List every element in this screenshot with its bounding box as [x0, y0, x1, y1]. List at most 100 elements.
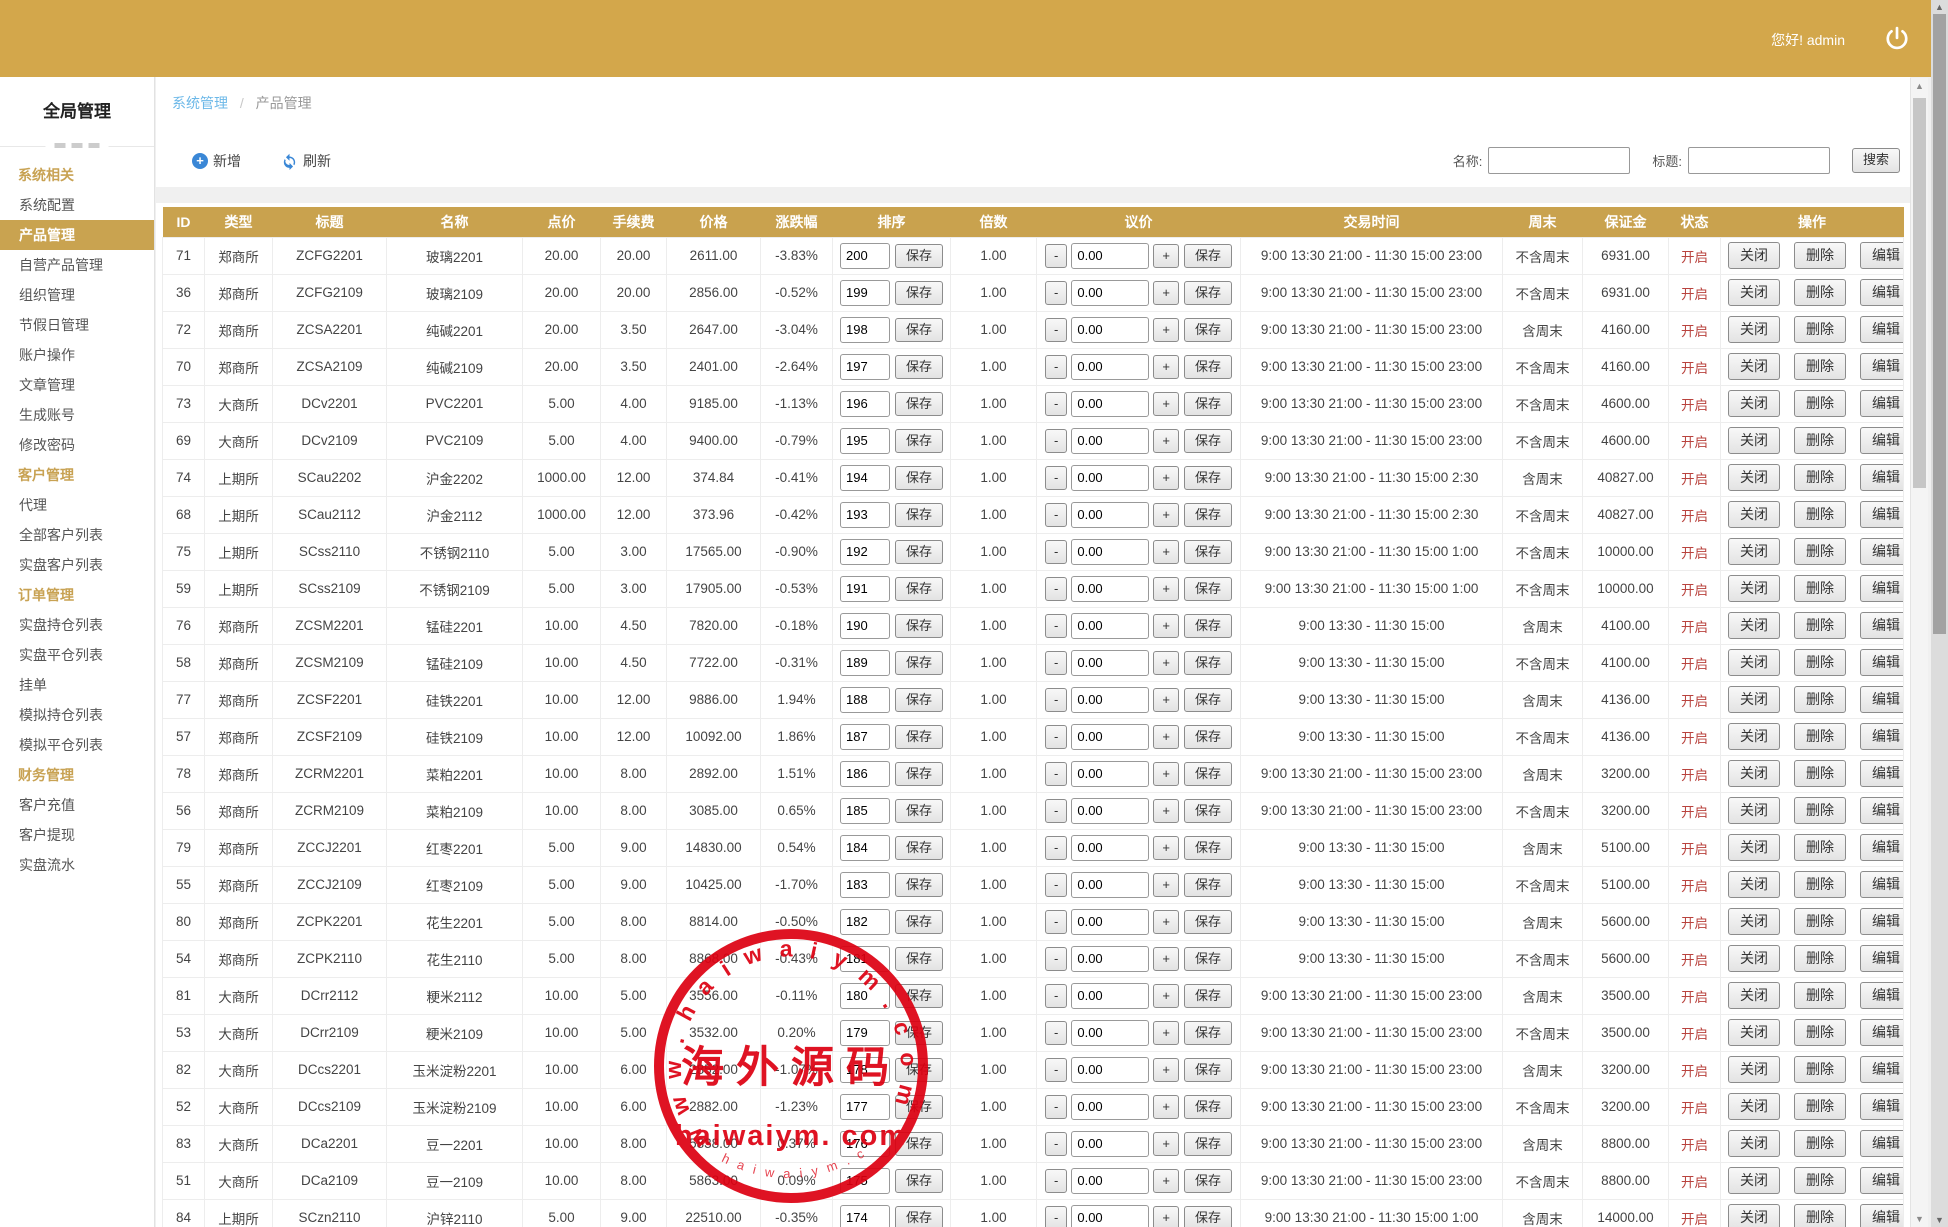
sort-input[interactable] — [840, 798, 890, 824]
bargain-input[interactable] — [1071, 1131, 1149, 1157]
edit-button[interactable]: 编辑 — [1860, 982, 1904, 1010]
delete-button[interactable]: 删除 — [1794, 908, 1846, 936]
delete-button[interactable]: 删除 — [1794, 1093, 1846, 1121]
close-button[interactable]: 关闭 — [1728, 575, 1780, 603]
edit-button[interactable]: 编辑 — [1860, 797, 1904, 825]
sidebar-item[interactable]: 系统配置 — [0, 190, 154, 220]
close-button[interactable]: 关闭 — [1728, 686, 1780, 714]
hamburger-icon[interactable] — [46, 143, 109, 148]
bargain-plus-button[interactable]: + — [1153, 1095, 1179, 1119]
breadcrumb-parent-link[interactable]: 系统管理 — [172, 95, 228, 111]
bargain-plus-button[interactable]: + — [1153, 984, 1179, 1008]
bargain-plus-button[interactable]: + — [1153, 799, 1179, 823]
bargain-save-button[interactable]: 保存 — [1184, 947, 1232, 971]
sidebar-item[interactable]: 实盘平仓列表 — [0, 640, 154, 670]
sort-save-button[interactable]: 保存 — [895, 1095, 943, 1119]
bargain-plus-button[interactable]: + — [1153, 466, 1179, 490]
bargain-save-button[interactable]: 保存 — [1184, 318, 1232, 342]
title-filter-input[interactable] — [1688, 147, 1830, 174]
sort-input[interactable] — [840, 983, 890, 1009]
close-button[interactable]: 关闭 — [1728, 723, 1780, 751]
bargain-minus-button[interactable]: - — [1045, 244, 1067, 268]
edit-button[interactable]: 编辑 — [1860, 760, 1904, 788]
bargain-plus-button[interactable]: + — [1153, 1132, 1179, 1156]
sort-save-button[interactable]: 保存 — [895, 577, 943, 601]
bargain-minus-button[interactable]: - — [1045, 651, 1067, 675]
refresh-button[interactable]: 刷新 — [281, 151, 331, 171]
delete-button[interactable]: 删除 — [1794, 686, 1846, 714]
sort-save-button[interactable]: 保存 — [895, 503, 943, 527]
edit-button[interactable]: 编辑 — [1860, 427, 1904, 455]
sort-save-button[interactable]: 保存 — [895, 799, 943, 823]
bargain-minus-button[interactable]: - — [1045, 1206, 1067, 1227]
sort-save-button[interactable]: 保存 — [895, 355, 943, 379]
sort-save-button[interactable]: 保存 — [895, 688, 943, 712]
close-button[interactable]: 关闭 — [1728, 427, 1780, 455]
edit-button[interactable]: 编辑 — [1860, 1167, 1904, 1195]
bargain-plus-button[interactable]: + — [1153, 540, 1179, 564]
sort-input[interactable] — [840, 1057, 890, 1083]
close-button[interactable]: 关闭 — [1728, 871, 1780, 899]
bargain-save-button[interactable]: 保存 — [1184, 503, 1232, 527]
bargain-minus-button[interactable]: - — [1045, 688, 1067, 712]
bargain-input[interactable] — [1071, 1205, 1149, 1227]
bargain-input[interactable] — [1071, 1168, 1149, 1194]
bargain-plus-button[interactable]: + — [1153, 614, 1179, 638]
sidebar-item[interactable]: 代理 — [0, 490, 154, 520]
bargain-minus-button[interactable]: - — [1045, 1021, 1067, 1045]
bargain-minus-button[interactable]: - — [1045, 1169, 1067, 1193]
sidebar-item[interactable]: 实盘客户列表 — [0, 550, 154, 580]
bargain-save-button[interactable]: 保存 — [1184, 762, 1232, 786]
bargain-plus-button[interactable]: + — [1153, 392, 1179, 416]
edit-button[interactable]: 编辑 — [1860, 242, 1904, 270]
delete-button[interactable]: 删除 — [1794, 797, 1846, 825]
bargain-plus-button[interactable]: + — [1153, 836, 1179, 860]
bargain-save-button[interactable]: 保存 — [1184, 1132, 1232, 1156]
bargain-minus-button[interactable]: - — [1045, 540, 1067, 564]
bargain-save-button[interactable]: 保存 — [1184, 614, 1232, 638]
bargain-minus-button[interactable]: - — [1045, 429, 1067, 453]
sidebar-item[interactable]: 组织管理 — [0, 280, 154, 310]
close-button[interactable]: 关闭 — [1728, 649, 1780, 677]
edit-button[interactable]: 编辑 — [1860, 501, 1904, 529]
sort-input[interactable] — [840, 391, 890, 417]
sort-input[interactable] — [840, 539, 890, 565]
sort-save-button[interactable]: 保存 — [895, 1021, 943, 1045]
delete-button[interactable]: 删除 — [1794, 538, 1846, 566]
bargain-input[interactable] — [1071, 798, 1149, 824]
bargain-input[interactable] — [1071, 613, 1149, 639]
bargain-input[interactable] — [1071, 243, 1149, 269]
close-button[interactable]: 关闭 — [1728, 279, 1780, 307]
sort-save-button[interactable]: 保存 — [895, 1169, 943, 1193]
delete-button[interactable]: 删除 — [1794, 353, 1846, 381]
sort-input[interactable] — [840, 613, 890, 639]
close-button[interactable]: 关闭 — [1728, 760, 1780, 788]
edit-button[interactable]: 编辑 — [1860, 390, 1904, 418]
delete-button[interactable]: 删除 — [1794, 1130, 1846, 1158]
bargain-plus-button[interactable]: + — [1153, 762, 1179, 786]
sort-save-button[interactable]: 保存 — [895, 281, 943, 305]
sidebar-item[interactable]: 修改密码 — [0, 430, 154, 460]
sidebar-item[interactable]: 客户提现 — [0, 820, 154, 850]
bargain-save-button[interactable]: 保存 — [1184, 910, 1232, 934]
sort-input[interactable] — [840, 1205, 890, 1227]
delete-button[interactable]: 删除 — [1794, 1056, 1846, 1084]
bargain-plus-button[interactable]: + — [1153, 873, 1179, 897]
sort-input[interactable] — [840, 428, 890, 454]
bargain-plus-button[interactable]: + — [1153, 318, 1179, 342]
bargain-input[interactable] — [1071, 909, 1149, 935]
bargain-input[interactable] — [1071, 317, 1149, 343]
delete-button[interactable]: 删除 — [1794, 945, 1846, 973]
sort-input[interactable] — [840, 946, 890, 972]
bargain-plus-button[interactable]: + — [1153, 910, 1179, 934]
sort-input[interactable] — [840, 576, 890, 602]
sort-save-button[interactable]: 保存 — [895, 651, 943, 675]
bargain-save-button[interactable]: 保存 — [1184, 355, 1232, 379]
sort-input[interactable] — [840, 243, 890, 269]
close-button[interactable]: 关闭 — [1728, 834, 1780, 862]
sort-input[interactable] — [840, 650, 890, 676]
sort-save-button[interactable]: 保存 — [895, 1058, 943, 1082]
delete-button[interactable]: 删除 — [1794, 1167, 1846, 1195]
bargain-input[interactable] — [1071, 465, 1149, 491]
bargain-minus-button[interactable]: - — [1045, 836, 1067, 860]
